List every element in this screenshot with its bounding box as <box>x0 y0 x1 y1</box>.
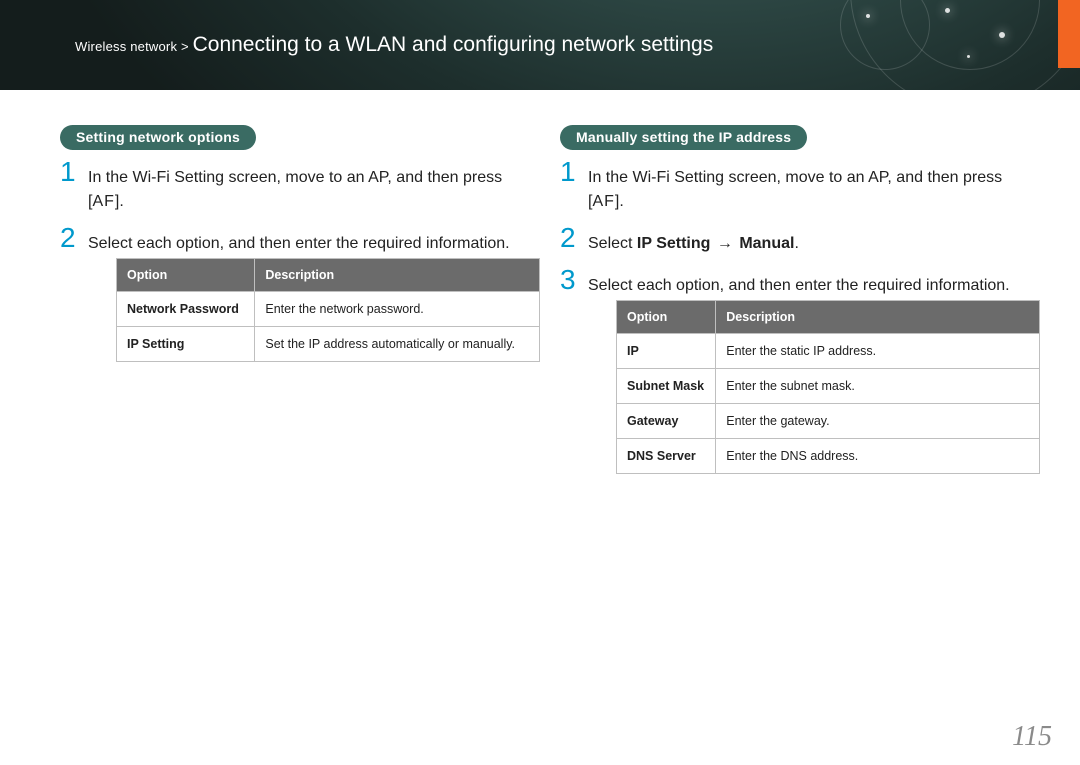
breadcrumb: Wireless network > <box>75 39 193 54</box>
step-text: ]. <box>615 193 624 210</box>
page-number: 115 <box>1012 721 1052 753</box>
table-row: DNS ServerEnter the DNS address. <box>617 439 1040 474</box>
step-item: Select IP Setting → Manual. <box>560 232 1040 256</box>
col-header-option: Option <box>617 301 716 334</box>
step-item: In the Wi-Fi Setting screen, move to an … <box>560 166 1040 214</box>
step-text-bold: IP Setting <box>637 235 711 252</box>
table-header-row: Option Description <box>617 301 1040 334</box>
step-text: Select <box>588 235 637 252</box>
step-text-bold: Manual <box>739 235 794 252</box>
section-heading: Setting network options <box>60 125 256 150</box>
cell-option: Subnet Mask <box>617 369 716 404</box>
col-header-option: Option <box>117 259 255 292</box>
step-text: Select each option, and then enter the r… <box>88 235 510 252</box>
decoration-dot <box>967 55 970 58</box>
step-item: In the Wi-Fi Setting screen, move to an … <box>60 166 540 214</box>
page-header: Wireless network > Connecting to a WLAN … <box>0 0 1080 90</box>
cell-description: Enter the subnet mask. <box>716 369 1040 404</box>
af-button-label: AF <box>592 193 614 210</box>
cell-option: IP <box>617 334 716 369</box>
cell-description: Enter the DNS address. <box>716 439 1040 474</box>
cell-option: Network Password <box>117 292 255 327</box>
cell-option: IP Setting <box>117 327 255 362</box>
cell-description: Set the IP address automatically or manu… <box>255 327 540 362</box>
content: Setting network options In the Wi-Fi Set… <box>0 90 1080 492</box>
col-header-description: Description <box>716 301 1040 334</box>
decoration-dot <box>866 14 870 18</box>
section-heading: Manually setting the IP address <box>560 125 807 150</box>
cell-option: DNS Server <box>617 439 716 474</box>
step-item: Select each option, and then enter the r… <box>60 232 540 362</box>
options-table: Option Description IPEnter the static IP… <box>616 300 1040 474</box>
step-text: In the Wi-Fi Setting screen, move to an … <box>588 169 1002 210</box>
step-item: Select each option, and then enter the r… <box>560 274 1040 474</box>
table-row: Network Password Enter the network passw… <box>117 292 540 327</box>
section-tab <box>1058 0 1080 68</box>
step-text: . <box>794 235 798 252</box>
cell-description: Enter the static IP address. <box>716 334 1040 369</box>
arrow-icon: → <box>710 235 739 252</box>
section-setting-network-options: Setting network options In the Wi-Fi Set… <box>60 125 540 492</box>
options-table: Option Description Network Password Ente… <box>116 258 540 362</box>
table-row: IPEnter the static IP address. <box>617 334 1040 369</box>
af-button-label: AF <box>92 193 114 210</box>
cell-option: Gateway <box>617 404 716 439</box>
steps-list: In the Wi-Fi Setting screen, move to an … <box>60 166 540 362</box>
cell-description: Enter the network password. <box>255 292 540 327</box>
steps-list: In the Wi-Fi Setting screen, move to an … <box>560 166 1040 474</box>
step-text: ]. <box>115 193 124 210</box>
page-title: Connecting to a WLAN and configuring net… <box>193 33 714 56</box>
decoration-dot <box>999 32 1005 38</box>
step-text: In the Wi-Fi Setting screen, move to an … <box>88 169 502 210</box>
table-row: Subnet MaskEnter the subnet mask. <box>617 369 1040 404</box>
section-manually-setting-ip: Manually setting the IP address In the W… <box>560 125 1040 492</box>
decoration-dot <box>945 8 950 13</box>
col-header-description: Description <box>255 259 540 292</box>
table-row: GatewayEnter the gateway. <box>617 404 1040 439</box>
step-text: Select each option, and then enter the r… <box>588 277 1010 294</box>
page: Wireless network > Connecting to a WLAN … <box>0 0 1080 765</box>
cell-description: Enter the gateway. <box>716 404 1040 439</box>
table-row: IP Setting Set the IP address automatica… <box>117 327 540 362</box>
table-header-row: Option Description <box>117 259 540 292</box>
